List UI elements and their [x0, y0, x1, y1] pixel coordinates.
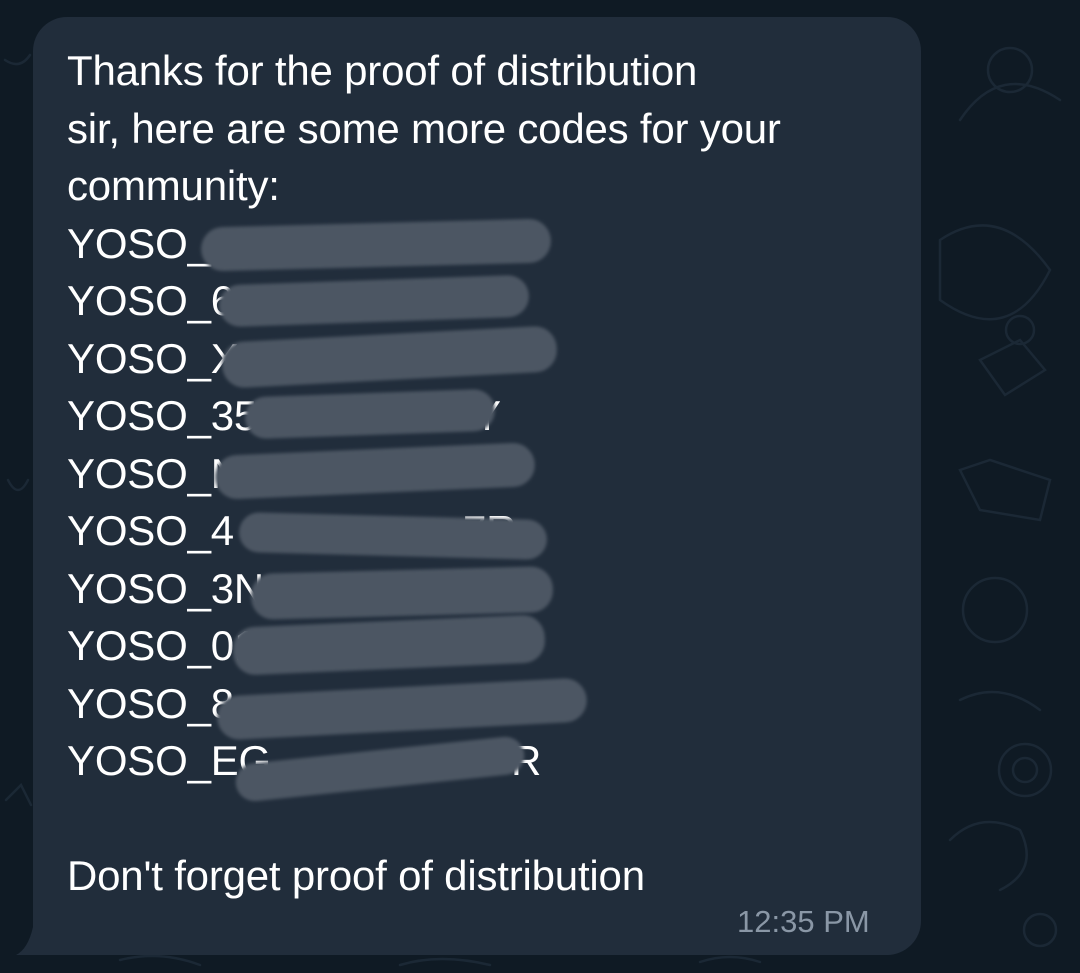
code-line: YOSO_X: [67, 324, 907, 389]
code-prefix: YOSO_4: [67, 507, 234, 554]
code-line: YOSO_01: [67, 614, 907, 676]
redaction-scribble: [238, 511, 548, 561]
message-intro-line: Thanks for the proof of distribution: [67, 47, 698, 94]
redaction-scribble: [232, 614, 546, 676]
redaction-scribble: [250, 565, 554, 620]
message-outro-line: Don't forget proof of distribution: [67, 852, 645, 899]
redaction-scribble: [244, 388, 496, 440]
code-line: YOSO_35 Y: [67, 387, 907, 445]
message-intro-line: community:: [67, 162, 280, 209]
code-line: YOSO_6: [67, 272, 907, 330]
code-prefix: YOSO_X: [67, 334, 239, 382]
code-prefix: YOSO_01: [67, 622, 258, 669]
message-intro-line: sir, here are some more codes for your: [67, 104, 781, 152]
redaction-scribble: [214, 441, 536, 500]
message-text: Thanks for the proof of distribution sir…: [67, 42, 907, 905]
redaction-scribble: [221, 324, 558, 389]
code-prefix: YOSO_: [67, 219, 211, 267]
code-line: YOSO_8 MM: [67, 675, 907, 741]
code-line: YOSO_4 7R: [67, 502, 907, 561]
code-prefix: YOSO_3N: [67, 564, 265, 612]
message-timestamp: 12:35 PM: [737, 904, 870, 939]
redaction-scribble: [200, 217, 552, 272]
code-prefix: YOSO_6: [67, 277, 234, 324]
code-line: YOSO_N: [67, 441, 907, 503]
code-prefix: YOSO_8: [67, 679, 234, 727]
code-line: YOSO_3N: [67, 560, 907, 620]
redaction-scribble: [218, 274, 530, 328]
code-line: YOSO_EG R: [67, 732, 907, 804]
code-line: YOSO_: [67, 215, 907, 273]
code-prefix: YOSO_35: [67, 392, 258, 439]
